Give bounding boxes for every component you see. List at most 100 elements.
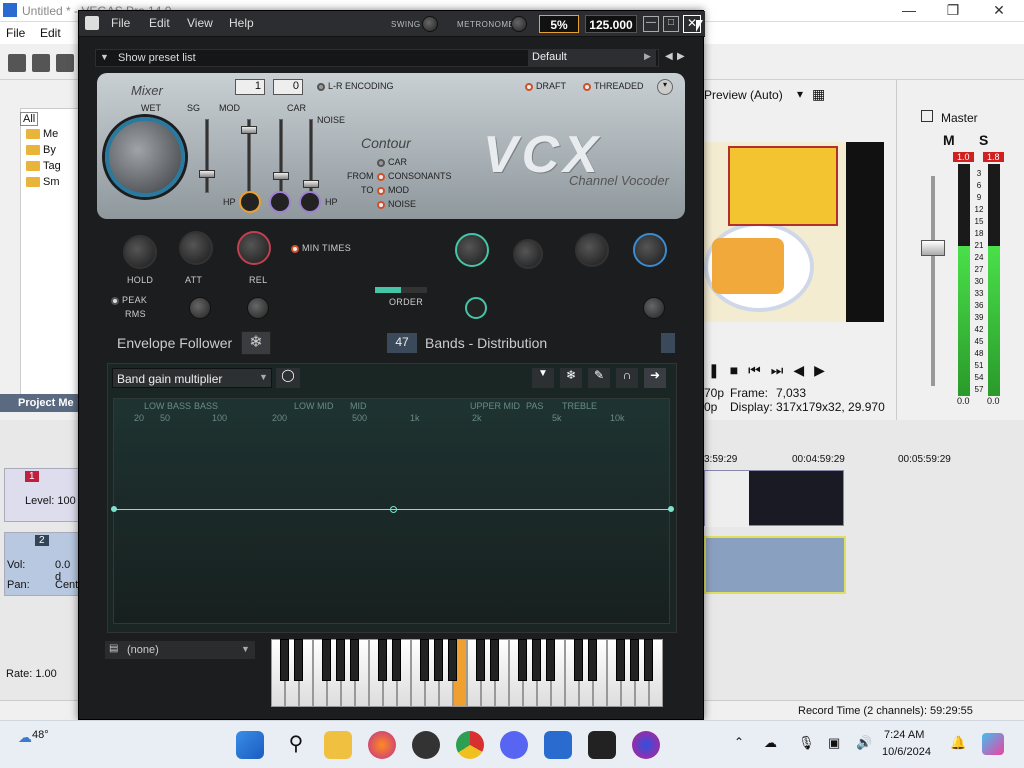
- mod-fader[interactable]: [241, 119, 257, 193]
- start-icon[interactable]: [236, 731, 264, 759]
- link-icon[interactable]: ◯: [276, 368, 300, 388]
- options-icon[interactable]: ▾: [657, 79, 673, 95]
- black-key[interactable]: [322, 639, 331, 681]
- tempo-display[interactable]: 125.000: [585, 15, 637, 33]
- clock-time[interactable]: 7:24 AM: [884, 729, 924, 741]
- hold-knob[interactable]: [123, 235, 157, 269]
- video-event[interactable]: [704, 470, 844, 527]
- filter-knob[interactable]: [465, 297, 487, 319]
- noise-hp-knob[interactable]: [299, 191, 321, 213]
- clock-date[interactable]: 10/6/2024: [882, 746, 931, 758]
- arrow-down-icon[interactable]: ▼: [100, 52, 109, 62]
- unison-knob[interactable]: [643, 297, 665, 319]
- rms-option[interactable]: RMS: [125, 309, 146, 319]
- pan-value[interactable]: Cent: [55, 579, 78, 591]
- preview-quality[interactable]: Preview (Auto): [704, 88, 783, 102]
- keyboard-preset-select[interactable]: ▤ (none) ▼: [105, 641, 255, 659]
- curve-point[interactable]: [668, 506, 674, 512]
- order-slider[interactable]: [375, 287, 427, 293]
- pan-knob[interactable]: [513, 239, 543, 269]
- draft-toggle[interactable]: DRAFT: [525, 81, 566, 91]
- volume-icon[interactable]: 🔊: [856, 735, 872, 751]
- curve-tension-point[interactable]: [390, 506, 397, 513]
- copilot-icon[interactable]: [982, 733, 1004, 755]
- black-key[interactable]: [574, 639, 583, 681]
- open-icon[interactable]: [32, 54, 50, 72]
- black-key[interactable]: [588, 639, 597, 681]
- show-preset-list[interactable]: Show preset list: [118, 52, 196, 64]
- contour-consonants[interactable]: CONSONANTS: [377, 171, 452, 181]
- scroll-handle[interactable]: [661, 333, 675, 353]
- next-preset-icon[interactable]: ▶: [677, 51, 685, 62]
- new-icon[interactable]: [8, 54, 26, 72]
- contour-car[interactable]: CAR: [377, 157, 407, 167]
- black-key[interactable]: [392, 639, 401, 681]
- band-gain-select[interactable]: Band gain multiplier ▼: [112, 368, 272, 388]
- tree-item-me[interactable]: Me: [26, 128, 58, 140]
- dropdown-icon[interactable]: ▼: [532, 368, 554, 388]
- track-1-header[interactable]: 1 Level: 100: [4, 468, 80, 522]
- menu-view[interactable]: View: [187, 16, 213, 30]
- pencil-icon[interactable]: ✎: [588, 368, 610, 388]
- att-knob[interactable]: [179, 231, 213, 265]
- search-icon[interactable]: ⚲: [282, 731, 310, 759]
- black-key[interactable]: [448, 639, 457, 681]
- swing-knob[interactable]: [422, 16, 438, 32]
- notification-icon[interactable]: 🔔: [950, 735, 966, 751]
- car-hp-knob[interactable]: [269, 191, 291, 213]
- firefox-icon[interactable]: [368, 731, 396, 759]
- menu-help[interactable]: Help: [229, 16, 254, 30]
- tree-item-sm[interactable]: Sm: [26, 176, 60, 188]
- rel-curve-knob[interactable]: [247, 297, 269, 319]
- restore-icon[interactable]: ❐: [938, 2, 968, 20]
- audio-event[interactable]: [704, 536, 846, 594]
- mod-channel-input[interactable]: 1: [235, 79, 265, 95]
- network-icon[interactable]: ☁: [764, 735, 777, 751]
- menu-file[interactable]: File: [6, 26, 25, 40]
- curve-point[interactable]: [111, 506, 117, 512]
- minimize-icon[interactable]: —: [894, 2, 924, 20]
- bands-count[interactable]: 47: [387, 333, 417, 353]
- black-key[interactable]: [336, 639, 345, 681]
- maximize-icon[interactable]: □: [663, 16, 679, 32]
- discord-icon[interactable]: [500, 731, 528, 759]
- solo-button[interactable]: S: [979, 132, 988, 148]
- voices-knob[interactable]: [633, 233, 667, 267]
- prev-preset-icon[interactable]: ◀: [665, 51, 673, 62]
- snowflake-icon[interactable]: ❄: [241, 331, 271, 355]
- metronome-knob[interactable]: [511, 16, 527, 32]
- black-key[interactable]: [518, 639, 527, 681]
- hp-knob[interactable]: [239, 191, 261, 213]
- tree-item-by[interactable]: By: [26, 144, 56, 156]
- peak-toggle[interactable]: PEAK: [111, 295, 147, 305]
- piano-keyboard[interactable]: [271, 639, 671, 707]
- sg-fader[interactable]: [199, 119, 215, 193]
- audacity-icon[interactable]: [632, 731, 660, 759]
- chevron-up-icon[interactable]: ⌃: [734, 735, 744, 749]
- black-key[interactable]: [616, 639, 625, 681]
- tree-item-all[interactable]: All: [20, 112, 39, 126]
- magnet-icon[interactable]: ∩: [616, 368, 638, 388]
- stereo-knob[interactable]: [455, 233, 489, 267]
- save-icon[interactable]: [56, 54, 74, 72]
- minimize-icon[interactable]: —: [643, 16, 659, 32]
- menu-edit[interactable]: Edit: [40, 26, 61, 40]
- min-times-toggle[interactable]: MIN TIMES: [291, 243, 351, 253]
- freeze-icon[interactable]: ❄: [560, 368, 582, 388]
- tree-item-tag[interactable]: Tag: [26, 160, 61, 172]
- att-curve-knob[interactable]: [189, 297, 211, 319]
- black-key[interactable]: [532, 639, 541, 681]
- black-key[interactable]: [350, 639, 359, 681]
- master-fader[interactable]: [921, 240, 945, 256]
- chrome-icon[interactable]: [456, 731, 484, 759]
- black-key[interactable]: [434, 639, 443, 681]
- weather-icon[interactable]: ☁: [18, 729, 32, 746]
- wet-knob[interactable]: [105, 117, 185, 197]
- grid-icon[interactable]: ▦: [812, 86, 825, 103]
- black-key[interactable]: [644, 639, 653, 681]
- gender-knob[interactable]: [575, 233, 609, 267]
- contour-noise[interactable]: NOISE: [377, 199, 416, 209]
- car-fader[interactable]: [273, 119, 289, 193]
- rel-knob[interactable]: [237, 231, 271, 265]
- mute-button[interactable]: M: [943, 132, 955, 148]
